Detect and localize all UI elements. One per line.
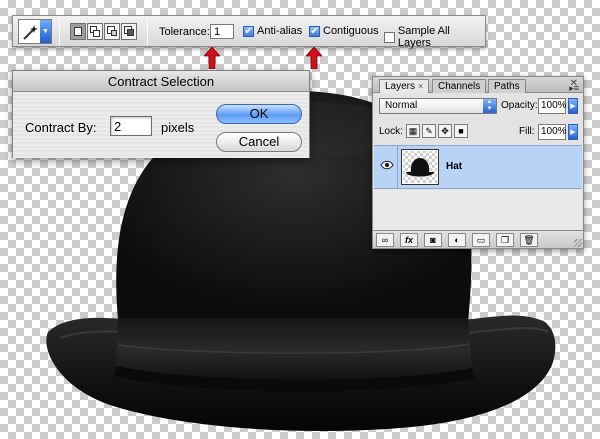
trash-icon[interactable]: 🗑: [520, 232, 538, 247]
panel-resize-handle[interactable]: [574, 239, 582, 247]
magic-wand-icon: [23, 25, 38, 40]
tab-channels[interactable]: Channels: [432, 79, 487, 93]
lock-position-icon[interactable]: ✥: [438, 124, 452, 138]
contract-selection-dialog: Contract Selection Contract By: pixels O…: [12, 70, 310, 158]
layers-list-empty-area: [374, 190, 582, 230]
intersect-selection-button[interactable]: [121, 23, 137, 40]
tool-options-bar: ▼ Tolerance: ✔ Anti-alias ✔ Contiguous S…: [12, 15, 486, 49]
lock-transparency-icon[interactable]: ▦: [406, 124, 420, 138]
layer-mask-icon[interactable]: ◙: [424, 232, 442, 247]
close-tab-icon[interactable]: ×: [418, 81, 423, 91]
link-layers-icon[interactable]: ∞: [376, 232, 394, 247]
blend-mode-select[interactable]: Normal ▲ ▼: [379, 98, 497, 114]
contiguous-label: Contiguous: [323, 25, 379, 37]
lock-options: ▦ ✎ ✥ ■: [406, 124, 468, 138]
blend-mode-value: Normal: [385, 100, 418, 111]
new-group-folder-icon[interactable]: ▭: [472, 232, 490, 247]
contract-by-input[interactable]: [110, 116, 152, 136]
red-arrow-icon: [306, 47, 322, 69]
tab-layers[interactable]: Layers ×: [379, 79, 430, 93]
anti-alias-label: Anti-alias: [257, 25, 303, 37]
dialog-body: Contract By: pixels OK Cancel: [13, 92, 309, 158]
fill-slider-toggle-icon[interactable]: ▶: [568, 124, 578, 140]
tab-layers-label: Layers: [385, 81, 416, 92]
tool-preset-picker[interactable]: ▼: [18, 19, 52, 44]
ok-button[interactable]: OK: [216, 104, 302, 124]
dialog-title: Contract Selection: [13, 71, 309, 92]
opacity-label: Opacity:: [501, 100, 538, 111]
subtract-from-selection-button[interactable]: [104, 23, 120, 40]
selection-mode-group: [70, 23, 137, 40]
contract-by-label: Contract By:: [25, 120, 97, 135]
sample-all-layers-checkbox[interactable]: Sample All Layers: [384, 25, 485, 49]
toolbar-divider: [59, 19, 60, 45]
panel-footer: ∞ fx ◙ ◐ ▭ ❐ 🗑: [373, 230, 583, 248]
visibility-toggle[interactable]: [374, 146, 398, 188]
lock-all-icon[interactable]: ■: [454, 124, 468, 138]
opacity-slider-toggle-icon[interactable]: ▶: [568, 98, 578, 114]
layer-row-hat[interactable]: Hat: [374, 145, 582, 189]
red-arrow-icon: [204, 47, 220, 69]
lock-image-pixels-icon[interactable]: ✎: [422, 124, 436, 138]
panel-tabs: Layers × Channels Paths ✕: [373, 77, 583, 93]
contiguous-checkbox[interactable]: ✔ Contiguous: [309, 25, 379, 37]
pixels-unit-label: pixels: [161, 120, 195, 135]
new-layer-icon[interactable]: ❐: [496, 232, 514, 247]
add-to-selection-button[interactable]: [87, 23, 103, 40]
panel-menu-icon[interactable]: ▸≡: [569, 83, 579, 94]
opacity-input[interactable]: 100%: [538, 98, 567, 114]
checkbox-empty-icon: [384, 31, 395, 43]
adjustment-layer-icon[interactable]: ◐: [448, 232, 466, 247]
checkmark-icon: ✔: [309, 25, 320, 37]
new-selection-button[interactable]: [70, 23, 86, 40]
sample-all-layers-label: Sample All Layers: [397, 25, 450, 49]
checkmark-icon: ✔: [243, 25, 254, 37]
chevron-up-down-icon: ▲ ▼: [483, 99, 496, 113]
tab-paths-label: Paths: [494, 81, 520, 92]
tolerance-label: Tolerance:: [159, 26, 210, 38]
lock-label: Lock:: [379, 126, 403, 137]
hat-thumbnail-icon: [406, 158, 434, 177]
eye-icon: [380, 160, 394, 170]
fill-input[interactable]: 100%: [538, 124, 567, 140]
tab-channels-label: Channels: [438, 81, 481, 92]
tab-paths[interactable]: Paths: [488, 79, 526, 93]
tolerance-input[interactable]: [210, 24, 234, 39]
anti-alias-checkbox[interactable]: ✔ Anti-alias: [243, 25, 302, 37]
layer-name: Hat: [446, 161, 463, 172]
layer-style-fx-icon[interactable]: fx: [400, 232, 418, 247]
layer-thumbnail: [401, 149, 439, 185]
layers-panel: Layers × Channels Paths ✕ ▸≡ Normal ▲ ▼ Op…: [372, 76, 584, 249]
chevron-down-icon[interactable]: ▼: [40, 20, 51, 43]
toolbar-divider: [147, 19, 148, 45]
cancel-button[interactable]: Cancel: [216, 132, 302, 152]
fill-label: Fill:: [519, 126, 535, 137]
